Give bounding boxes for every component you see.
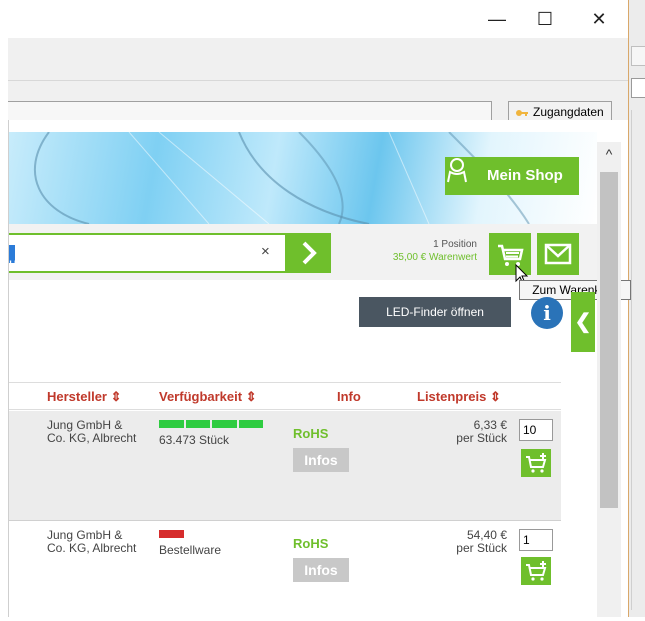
infos-button[interactable]: Infos <box>293 448 349 472</box>
access-data-label: Zugangdaten <box>533 105 604 119</box>
add-to-cart-button[interactable] <box>521 449 551 477</box>
column-header-price[interactable]: Listenpreis ⇕ <box>417 389 501 405</box>
background-field <box>631 78 645 98</box>
led-finder-button[interactable]: LED-Finder öffnen <box>359 297 511 327</box>
user-icon <box>447 158 467 183</box>
quantity-input[interactable]: 1 <box>519 529 553 551</box>
availability-bar <box>159 530 263 538</box>
maximize-button[interactable]: ☐ <box>534 8 556 30</box>
cart-positions: 1 Position <box>433 239 477 250</box>
search-input-value: u <box>9 245 17 271</box>
table-row: Jung GmbH & Co. KG, Albrecht Bestellware… <box>9 521 561 621</box>
browser-window: — ☐ ✕ Zugangdaten Mein Shop u × 1 Positi… <box>0 0 645 621</box>
availability-segment <box>159 420 184 428</box>
availability-segment <box>238 420 263 428</box>
cart-add-icon <box>526 561 547 581</box>
minimize-button[interactable]: — <box>486 8 508 30</box>
infos-button[interactable]: Infos <box>293 558 349 582</box>
manufacturer-line2: Co. KG, Albrecht <box>47 431 137 445</box>
quantity-input[interactable]: 10 <box>519 419 553 441</box>
my-shop-button[interactable]: Mein Shop <box>445 157 579 195</box>
browser-toolbar <box>8 38 628 80</box>
address-bar[interactable] <box>8 101 492 121</box>
close-button[interactable]: ✕ <box>588 8 610 30</box>
info-icon[interactable]: i <box>531 297 563 329</box>
cart-add-icon <box>526 453 547 473</box>
cart-summary: 1 Position 35,00 € Warenwert <box>349 238 477 264</box>
add-to-cart-button[interactable] <box>521 557 551 585</box>
manufacturer-line2: Co. KG, Albrecht <box>47 541 137 555</box>
search-input[interactable]: u <box>9 233 287 273</box>
vertical-scrollbar[interactable]: ^ <box>597 142 621 617</box>
column-header-info: Info <box>337 389 361 404</box>
table-header: Hersteller ⇕ Verfügbarkeit ⇕ Info Listen… <box>9 382 561 410</box>
column-header-availability[interactable]: Verfügbarkeit ⇕ <box>159 389 257 405</box>
chevron-right-icon <box>302 241 317 265</box>
search-bar-row: u × 1 Position 35,00 € Warenwert <box>9 224 597 280</box>
availability-text: Bestellware <box>159 543 222 557</box>
cart-value: 35,00 € Warenwert <box>392 252 477 263</box>
scrollbar-thumb[interactable] <box>600 172 618 508</box>
address-row: Zugangdaten <box>8 80 628 123</box>
mail-icon <box>544 243 572 265</box>
scroll-up-icon[interactable]: ^ <box>601 146 617 162</box>
side-panel-tab[interactable]: ❮ <box>571 292 595 352</box>
rohs-label: RoHS <box>293 426 329 441</box>
availability-bar <box>159 420 263 428</box>
key-icon <box>516 110 528 116</box>
page-viewport: Mein Shop u × 1 Position 35,00 € Warenwe… <box>8 120 631 621</box>
column-header-manufacturer[interactable]: Hersteller ⇕ <box>47 389 121 405</box>
title-bar: — ☐ ✕ <box>8 0 628 38</box>
product-table: Hersteller ⇕ Verfügbarkeit ⇕ Info Listen… <box>9 382 561 621</box>
my-shop-label: Mein Shop <box>487 167 563 184</box>
background-window-edge <box>628 0 645 617</box>
availability-segment <box>212 420 237 428</box>
search-submit-button[interactable] <box>287 233 331 273</box>
header-banner: Mein Shop <box>9 132 597 224</box>
background-divider <box>631 110 645 610</box>
availability-segment <box>185 420 210 428</box>
availability-text: 63.473 Stück <box>159 433 230 447</box>
table-row: Jung GmbH & Co. KG, Albrecht 63.473 Stüc… <box>9 411 561 521</box>
availability-segment <box>159 530 184 538</box>
price-unit: per Stück <box>456 431 507 445</box>
rohs-label: RoHS <box>293 536 329 551</box>
contact-button[interactable] <box>537 233 579 275</box>
price-unit: per Stück <box>456 541 507 555</box>
clear-search-icon[interactable]: × <box>261 243 270 260</box>
background-field <box>631 46 645 66</box>
